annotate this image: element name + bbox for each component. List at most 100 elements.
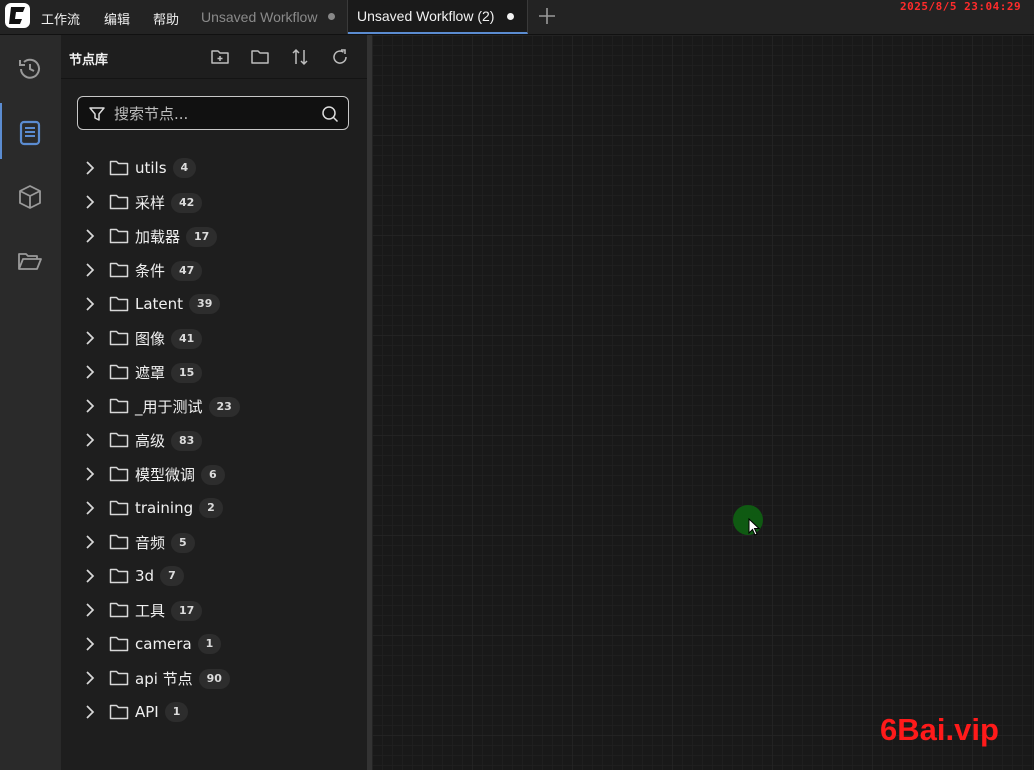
model-library-icon xyxy=(19,185,41,209)
top-menubar: 工作流 编辑 帮助 Unsaved Workflow Unsaved Workf… xyxy=(0,0,1034,35)
chevron-right-icon[interactable] xyxy=(84,432,96,448)
chevron-right-icon[interactable] xyxy=(84,534,96,550)
tree-row-category[interactable]: training 2 xyxy=(61,491,367,525)
chevron-right-icon[interactable] xyxy=(84,466,96,482)
category-label-group: utils 4 xyxy=(135,158,197,178)
tree-row-category[interactable]: camera 1 xyxy=(61,627,367,661)
folder-icon xyxy=(109,228,129,244)
clock-overlay: 2025/8/5 23:04:29 xyxy=(900,0,1022,13)
chevron-right-icon[interactable] xyxy=(84,636,96,652)
chevron-right-icon[interactable] xyxy=(84,704,96,720)
node-count-badge: 4 xyxy=(172,158,197,178)
tree-row-category[interactable]: api 节点 90 xyxy=(61,661,367,695)
category-label: 条件 xyxy=(135,262,166,280)
menu-help[interactable]: 帮助 xyxy=(153,9,179,28)
chevron-right-icon[interactable] xyxy=(84,228,96,244)
chevron-right-icon[interactable] xyxy=(84,568,96,584)
tree-row-category[interactable]: Latent 39 xyxy=(61,287,367,321)
category-label-group: 3d 7 xyxy=(135,566,184,586)
node-count-badge: 17 xyxy=(171,600,203,621)
active-indicator xyxy=(0,103,2,159)
tree-row-category[interactable]: 加载器 17 xyxy=(61,219,367,253)
category-label: 高级 xyxy=(135,432,166,450)
category-label-group: 模型微调 6 xyxy=(135,464,225,485)
tree-row-category[interactable]: 音频 5 xyxy=(61,525,367,559)
folder-icon xyxy=(109,704,129,720)
category-label: API xyxy=(135,703,159,721)
sidebar-item-model-library[interactable] xyxy=(0,167,61,223)
chevron-right-icon[interactable] xyxy=(84,296,96,312)
sidebar-item-history[interactable] xyxy=(0,39,61,95)
chevron-right-icon[interactable] xyxy=(84,602,96,618)
category-label: 工具 xyxy=(135,602,166,620)
tree-row-category[interactable]: 3d 7 xyxy=(61,559,367,593)
sidebar-item-node-library[interactable] xyxy=(0,103,61,159)
tree-row-category[interactable]: 模型微调 6 xyxy=(61,457,367,491)
tree-row-category[interactable]: 工具 17 xyxy=(61,593,367,627)
chevron-right-icon[interactable] xyxy=(84,262,96,278)
plus-icon[interactable] xyxy=(536,5,558,27)
tree-row-category[interactable]: 采样 42 xyxy=(61,185,367,219)
node-count-badge: 1 xyxy=(197,634,222,654)
folder-icon xyxy=(109,432,129,448)
divider xyxy=(61,78,367,79)
node-count-badge: 6 xyxy=(201,464,225,485)
tree-row-category[interactable]: API 1 xyxy=(61,695,367,729)
category-label-group: api 节点 90 xyxy=(135,668,230,689)
tab-unsaved-workflow-2[interactable]: Unsaved Workflow (2) xyxy=(348,0,528,34)
category-label-group: 条件 47 xyxy=(135,260,203,281)
folder-icon xyxy=(109,602,129,618)
tree-row-category[interactable]: 条件 47 xyxy=(61,253,367,287)
chevron-right-icon[interactable] xyxy=(84,194,96,210)
search-icon[interactable] xyxy=(321,105,339,123)
new-folder-icon[interactable] xyxy=(210,47,230,67)
tree-row-category[interactable]: 图像 41 xyxy=(61,321,367,355)
filter-icon[interactable] xyxy=(88,105,106,123)
node-count-badge: 23 xyxy=(208,396,240,417)
folder-icon xyxy=(109,500,129,516)
node-count-badge: 90 xyxy=(198,668,230,689)
category-label-group: API 1 xyxy=(135,702,189,722)
node-count-badge: 15 xyxy=(171,362,203,383)
category-label-group: 高级 83 xyxy=(135,430,203,451)
node-count-badge: 7 xyxy=(160,566,184,586)
chevron-right-icon[interactable] xyxy=(84,670,96,686)
tab-label: Unsaved Workflow xyxy=(201,9,318,25)
node-count-badge: 42 xyxy=(171,192,203,213)
folder-icon[interactable] xyxy=(250,47,270,67)
folder-icon xyxy=(109,636,129,652)
category-label: 采样 xyxy=(135,194,166,212)
history-icon xyxy=(19,58,40,79)
refresh-icon[interactable] xyxy=(330,47,350,67)
chevron-right-icon[interactable] xyxy=(84,500,96,516)
category-label-group: 加载器 17 xyxy=(135,226,218,247)
folder-icon xyxy=(109,398,129,414)
category-label: 音频 xyxy=(135,534,166,552)
chevron-right-icon[interactable] xyxy=(84,364,96,380)
chevron-right-icon[interactable] xyxy=(84,398,96,414)
sort-icon[interactable] xyxy=(290,47,310,67)
tree-row-category[interactable]: 高级 83 xyxy=(61,423,367,457)
menu-edit[interactable]: 编辑 xyxy=(104,9,130,28)
comfy-logo[interactable] xyxy=(5,3,30,28)
menu-workflow[interactable]: 工作流 xyxy=(41,9,80,28)
node-count-badge: 39 xyxy=(189,294,221,314)
comfy-logo-icon xyxy=(9,7,25,24)
chevron-right-icon[interactable] xyxy=(84,160,96,176)
folder-icon xyxy=(109,194,129,210)
tree-row-category[interactable]: 遮罩 15 xyxy=(61,355,367,389)
tree-row-category[interactable]: _用于测试 23 xyxy=(61,389,367,423)
workflow-canvas[interactable]: 6Bai.vip xyxy=(372,35,1034,770)
node-count-badge: 41 xyxy=(171,328,203,349)
chevron-right-icon[interactable] xyxy=(84,330,96,346)
node-count-badge: 47 xyxy=(171,260,203,281)
folder-icon xyxy=(109,160,129,176)
node-count-badge: 5 xyxy=(171,532,195,553)
tab-unsaved-workflow[interactable]: Unsaved Workflow xyxy=(192,0,348,34)
tab-label: Unsaved Workflow (2) xyxy=(357,8,495,24)
search-input[interactable] xyxy=(112,103,316,125)
tree-row-category[interactable]: utils 4 xyxy=(61,151,367,185)
node-search-box[interactable] xyxy=(77,96,349,130)
folder-icon xyxy=(109,296,129,312)
sidebar-item-workflows[interactable] xyxy=(0,231,61,287)
